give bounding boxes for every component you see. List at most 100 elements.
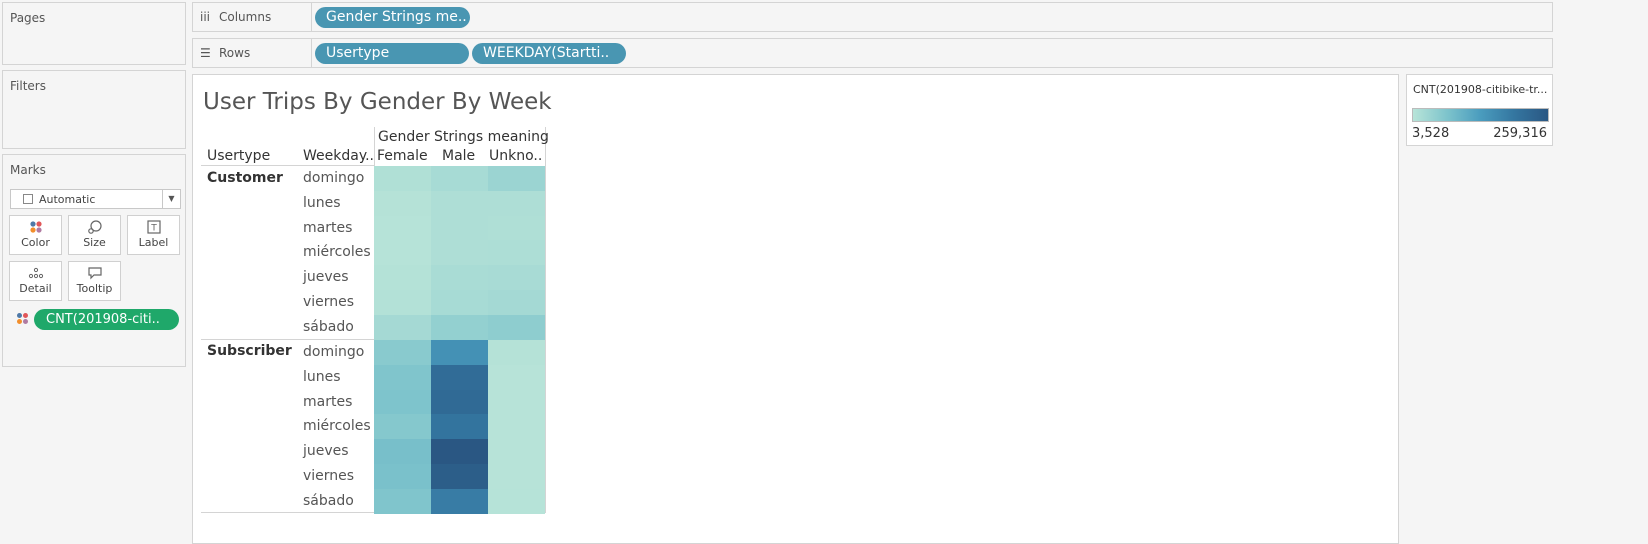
heatmap-cell[interactable] — [488, 439, 545, 465]
heatmap-cell[interactable] — [488, 414, 545, 440]
table-right-border — [545, 127, 546, 513]
heatmap-cell[interactable] — [374, 314, 431, 340]
heatmap-cell[interactable] — [488, 364, 545, 390]
rows-icon: ☰ — [200, 46, 211, 60]
rows-shelf[interactable]: ☰ Rows Usertype WEEKDAY(Startti.. — [192, 38, 1553, 68]
marks-card: Marks Automatic ▼ Color Size T Label Det… — [2, 154, 186, 367]
tooltip-icon — [69, 262, 120, 282]
heatmap-cell[interactable] — [374, 190, 431, 216]
heatmap-cell[interactable] — [488, 166, 545, 191]
heatmap-cell[interactable] — [374, 240, 431, 266]
rows-pill-weekday[interactable]: WEEKDAY(Startti.. — [472, 43, 626, 64]
heatmap-cell[interactable] — [431, 439, 488, 465]
column-group-header: Gender Strings meaning — [378, 129, 549, 145]
heatmap-cell[interactable] — [374, 166, 431, 191]
legend-max: 259,316 — [1493, 126, 1547, 141]
heatmap-cell[interactable] — [374, 439, 431, 465]
heatmap-cell[interactable] — [374, 290, 431, 315]
heatmap-cell[interactable] — [431, 340, 488, 365]
weekday-label: jueves — [303, 443, 349, 460]
column-header-male: Male — [442, 148, 476, 164]
heatmap-cell[interactable] — [431, 215, 488, 241]
weekday-label: martes — [303, 393, 353, 410]
detail-button-label: Detail — [19, 282, 52, 295]
heatmap-cell[interactable] — [431, 464, 488, 489]
mark-type-icon — [23, 194, 33, 204]
heatmap-cell[interactable] — [431, 166, 488, 191]
heatmap-cell[interactable] — [431, 290, 488, 315]
columns-pill-gender[interactable]: Gender Strings me.. — [315, 7, 470, 28]
size-button-label: Size — [83, 236, 106, 249]
heatmap-cell[interactable] — [431, 314, 488, 340]
weekday-label: jueves — [303, 269, 349, 286]
group-divider — [201, 339, 374, 340]
weekday-label: domingo — [303, 344, 365, 360]
detail-button[interactable]: Detail — [9, 261, 62, 301]
heatmap-cell[interactable] — [431, 240, 488, 266]
color-button[interactable]: Color — [9, 215, 62, 255]
heatmap-cell[interactable] — [374, 364, 431, 390]
heatmap-cell[interactable] — [374, 340, 431, 365]
heatmap-cell[interactable] — [374, 464, 431, 489]
rows-shelf-label: ☰ Rows — [193, 39, 312, 67]
size-button[interactable]: Size — [68, 215, 121, 255]
color-encoding-icon — [17, 313, 29, 325]
heatmap-cell[interactable] — [488, 389, 545, 415]
viz-canvas: User Trips By Gender By Week Gender Stri… — [192, 74, 1399, 544]
mark-type-dropdown[interactable]: Automatic ▼ — [10, 189, 181, 209]
weekday-label: sábado — [303, 492, 354, 509]
columns-label-text: Columns — [219, 10, 272, 24]
usertype-header: Usertype — [207, 148, 271, 164]
marks-title: Marks — [10, 163, 46, 177]
heatmap-cell[interactable] — [431, 265, 488, 291]
weekday-label: sábado — [303, 318, 354, 335]
mark-type-label: Automatic — [39, 193, 96, 206]
heatmap-cell[interactable] — [374, 414, 431, 440]
chevron-down-icon[interactable]: ▼ — [162, 190, 180, 208]
page-title: User Trips By Gender By Week — [203, 89, 552, 115]
color-legend[interactable]: CNT(201908-citibike-tr... 3,528 259,316 — [1406, 74, 1553, 146]
heatmap-cell[interactable] — [431, 389, 488, 415]
heatmap-cell[interactable] — [488, 215, 545, 241]
weekday-label: lunes — [303, 368, 341, 385]
heatmap-cell[interactable] — [374, 215, 431, 241]
color-button-label: Color — [21, 236, 50, 249]
label-button[interactable]: T Label — [127, 215, 180, 255]
heatmap-cell[interactable] — [488, 340, 545, 365]
heatmap-cell[interactable] — [374, 265, 431, 291]
weekday-label: viernes — [303, 468, 355, 484]
filters-card[interactable]: Filters — [2, 70, 186, 149]
heatmap-cell[interactable] — [488, 464, 545, 489]
rows-pill-usertype[interactable]: Usertype — [315, 43, 469, 64]
heatmap-cell[interactable] — [488, 265, 545, 291]
color-icon — [10, 216, 61, 236]
heatmap-cell[interactable] — [431, 414, 488, 440]
heatmap-cell[interactable] — [488, 240, 545, 266]
heatmap-cell[interactable] — [431, 364, 488, 390]
label-button-label: Label — [138, 236, 169, 249]
columns-shelf[interactable]: iii Columns Gender Strings me.. — [192, 2, 1553, 32]
heatmap-cell[interactable] — [374, 389, 431, 415]
weekday-label: lunes — [303, 194, 341, 211]
heatmap-cell[interactable] — [488, 190, 545, 216]
heatmap-cell[interactable] — [488, 488, 545, 514]
weekday-label: miércoles — [303, 418, 371, 435]
group-label-customer: Customer — [207, 170, 283, 186]
heatmap-cell[interactable] — [431, 190, 488, 216]
tooltip-button-label: Tooltip — [76, 282, 113, 295]
legend-gradient — [1412, 108, 1549, 122]
heatmap-cell[interactable] — [488, 314, 545, 340]
pages-card[interactable]: Pages — [2, 2, 186, 65]
svg-text:T: T — [150, 224, 157, 234]
legend-title: CNT(201908-citibike-tr... — [1413, 83, 1548, 96]
weekday-label: martes — [303, 219, 353, 236]
columns-icon: iii — [200, 10, 211, 24]
heatmap-cell[interactable] — [374, 488, 431, 514]
color-field-pill[interactable]: CNT(201908-citi.. — [34, 309, 179, 330]
heatmap-cell[interactable] — [431, 488, 488, 514]
filters-title: Filters — [10, 79, 46, 93]
heatmap-cell[interactable] — [488, 290, 545, 315]
label-icon: T — [128, 216, 179, 236]
tooltip-button[interactable]: Tooltip — [68, 261, 121, 301]
weekday-label: viernes — [303, 294, 355, 310]
